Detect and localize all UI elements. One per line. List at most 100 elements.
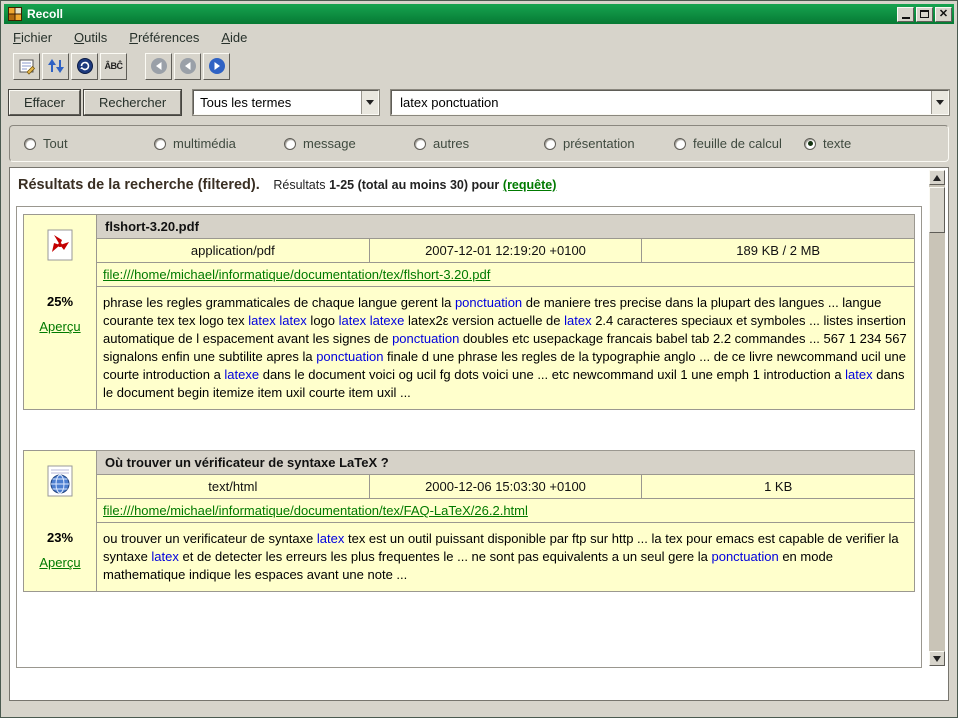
- radio-icon[interactable]: [24, 138, 36, 150]
- result-side-panel: 25% Aperçu: [24, 215, 97, 409]
- result-item: 25% Aperçu flshort-3.20.pdf application/…: [23, 214, 915, 410]
- query-details-link[interactable]: (requête): [503, 178, 556, 192]
- result-mime: text/html: [97, 475, 369, 498]
- results-panel: Résultats de la recherche (filtered). Ré…: [9, 167, 949, 701]
- filter-option[interactable]: présentation: [544, 136, 674, 151]
- relevance-percent: 25%: [47, 294, 73, 309]
- sort-arrows-icon: [47, 57, 65, 75]
- menu-fichier[interactable]: Fichier: [13, 30, 52, 45]
- search-row: Effacer Rechercher Tous les termes: [9, 89, 949, 115]
- minimize-icon: [902, 17, 910, 19]
- filter-option[interactable]: texte: [804, 136, 934, 151]
- result-snippet: phrase les regles grammaticales de chaqu…: [97, 287, 914, 409]
- result-size: 1 KB: [641, 475, 914, 498]
- app-icon: [8, 7, 22, 21]
- result-title[interactable]: flshort-3.20.pdf: [97, 215, 914, 239]
- result-meta-row: text/html 2000-12-06 15:03:30 +0100 1 KB: [97, 475, 914, 499]
- result-title[interactable]: Où trouver un vérificateur de syntaxe La…: [97, 451, 914, 475]
- sort-button[interactable]: [42, 53, 69, 80]
- filter-label: texte: [823, 136, 851, 151]
- menubar: Fichier Outils Préférences Aide: [5, 26, 953, 48]
- query-combo[interactable]: [391, 90, 949, 115]
- filter-option[interactable]: feuille de calcul: [674, 136, 804, 151]
- history-button[interactable]: [71, 53, 98, 80]
- radio-icon[interactable]: [154, 138, 166, 150]
- result-snippet: ou trouver un verificateur de syntaxe la…: [97, 523, 914, 591]
- result-main: flshort-3.20.pdf application/pdf 2007-12…: [97, 215, 914, 409]
- clear-button[interactable]: Effacer: [9, 90, 80, 115]
- prev-page-icon: [179, 57, 197, 75]
- spellcheck-button[interactable]: ÂBĈ: [100, 53, 127, 80]
- scroll-up-button[interactable]: [929, 170, 945, 185]
- arrow-down-icon: [933, 656, 941, 662]
- search-mode-value: Tous les termes: [200, 95, 291, 110]
- minimize-button[interactable]: [897, 7, 914, 22]
- result-main: Où trouver un vérificateur de syntaxe La…: [97, 451, 914, 591]
- menu-outils[interactable]: Outils: [74, 30, 107, 45]
- pdf-icon[interactable]: [45, 229, 75, 266]
- filter-label: présentation: [563, 136, 635, 151]
- chevron-down-icon[interactable]: [361, 91, 378, 114]
- result-date: 2000-12-06 15:03:30 +0100: [369, 475, 642, 498]
- html-icon[interactable]: [45, 465, 75, 502]
- filter-label: multimédia: [173, 136, 236, 151]
- titlebar[interactable]: Recoll ✕: [4, 4, 954, 24]
- next-page-button[interactable]: [203, 53, 230, 80]
- scrollbar-thumb[interactable]: [929, 187, 945, 233]
- menu-preferences[interactable]: Préférences: [129, 30, 199, 45]
- result-url-row: file:///home/michael/informatique/docume…: [97, 499, 914, 523]
- next-page-icon: [208, 57, 226, 75]
- radio-icon[interactable]: [674, 138, 686, 150]
- search-mode-select[interactable]: Tous les termes: [193, 90, 379, 115]
- result-meta-row: application/pdf 2007-12-01 12:19:20 +010…: [97, 239, 914, 263]
- history-icon: [76, 57, 94, 75]
- result-url-row: file:///home/michael/informatique/docume…: [97, 263, 914, 287]
- window-title: Recoll: [27, 7, 895, 21]
- result-list: 25% Aperçu flshort-3.20.pdf application/…: [16, 206, 922, 668]
- results-header: Résultats de la recherche (filtered). Ré…: [10, 168, 948, 195]
- prev-page-button[interactable]: [174, 53, 201, 80]
- results-count: 1-25 (total au moins 30) pour: [329, 178, 499, 192]
- maximize-button[interactable]: [916, 7, 933, 22]
- result-item: 23% Aperçu Où trouver un vérificateur de…: [23, 450, 915, 592]
- preview-link[interactable]: Aperçu: [39, 555, 80, 570]
- close-icon: ✕: [939, 9, 948, 20]
- filter-label: feuille de calcul: [693, 136, 782, 151]
- result-mime: application/pdf: [97, 239, 369, 262]
- filter-option[interactable]: Tout: [24, 136, 154, 151]
- first-page-button[interactable]: [145, 53, 172, 80]
- filter-label: autres: [433, 136, 469, 151]
- results-scrollbar[interactable]: [929, 170, 945, 666]
- filter-option[interactable]: message: [284, 136, 414, 151]
- result-url-link[interactable]: file:///home/michael/informatique/docume…: [103, 267, 490, 282]
- results-title: Résultats de la recherche (filtered).: [18, 177, 260, 193]
- filter-option[interactable]: multimédia: [154, 136, 284, 151]
- spellcheck-abc-icon: ÂBĈ: [105, 61, 123, 71]
- filter-label: Tout: [43, 136, 68, 151]
- filter-option[interactable]: autres: [414, 136, 544, 151]
- radio-icon[interactable]: [284, 138, 296, 150]
- search-input[interactable]: [398, 95, 931, 110]
- result-size: 189 KB / 2 MB: [641, 239, 914, 262]
- filter-panel: Tout multimédia message autres présentat…: [9, 125, 949, 162]
- query-chevron-down-icon[interactable]: [931, 91, 948, 114]
- recoll-window: Recoll ✕ Fichier Outils Préférences Aide: [0, 0, 958, 718]
- result-date: 2007-12-01 12:19:20 +0100: [369, 239, 642, 262]
- close-button[interactable]: ✕: [935, 7, 952, 22]
- radio-icon[interactable]: [804, 138, 816, 150]
- scroll-down-button[interactable]: [929, 651, 945, 666]
- relevance-percent: 23%: [47, 530, 73, 545]
- filter-label: message: [303, 136, 356, 151]
- result-side-panel: 23% Aperçu: [24, 451, 97, 591]
- arrow-up-icon: [933, 175, 941, 181]
- results-count-prefix: Résultats: [273, 178, 325, 192]
- preview-link[interactable]: Aperçu: [39, 319, 80, 334]
- radio-icon[interactable]: [544, 138, 556, 150]
- search-button[interactable]: Rechercher: [84, 90, 181, 115]
- clear-search-button[interactable]: [13, 53, 40, 80]
- radio-icon[interactable]: [414, 138, 426, 150]
- first-page-icon: [150, 57, 168, 75]
- clear-search-icon: [18, 57, 36, 75]
- menu-aide[interactable]: Aide: [221, 30, 247, 45]
- result-url-link[interactable]: file:///home/michael/informatique/docume…: [103, 503, 528, 518]
